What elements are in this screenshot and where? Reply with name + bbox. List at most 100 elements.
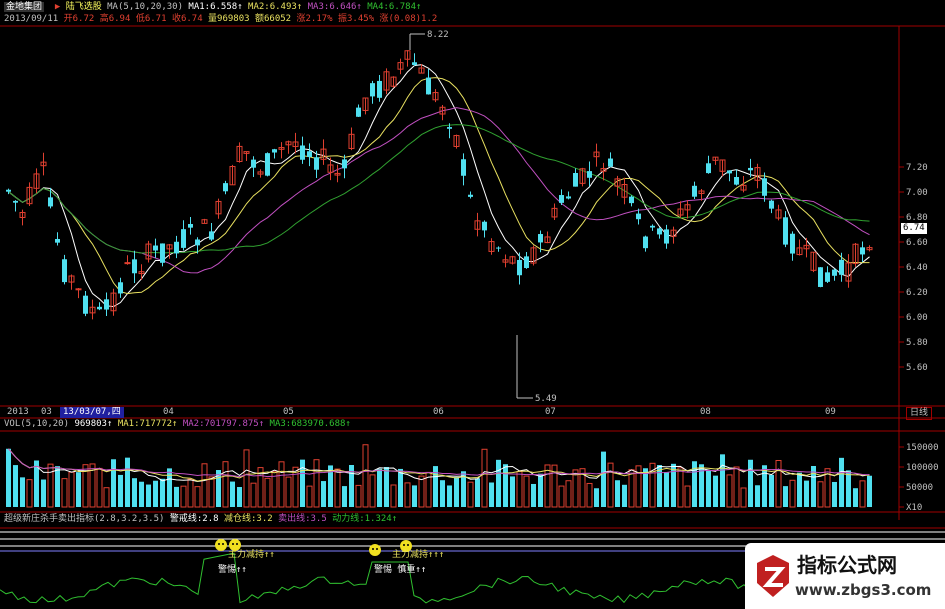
candle-body-down bbox=[769, 200, 774, 209]
candle-body-down bbox=[727, 170, 732, 174]
volume-bar-down bbox=[440, 480, 445, 507]
period-selector[interactable]: 日线 bbox=[906, 407, 933, 420]
price-tick-label: 6.60 bbox=[906, 238, 928, 248]
candle-body-down bbox=[643, 236, 648, 249]
ma10-line bbox=[8, 77, 870, 295]
volume-bar-up bbox=[726, 474, 733, 508]
volume-bar-up bbox=[271, 471, 278, 508]
volume-bar-down bbox=[55, 466, 60, 507]
candle-body-up bbox=[75, 288, 82, 291]
marker-reduce-2: 主力减持↑↑↑ bbox=[392, 550, 445, 560]
volume-bar-up bbox=[523, 475, 530, 508]
candle-body-down bbox=[55, 238, 60, 243]
candle-body-down bbox=[188, 224, 193, 228]
candle-body-down bbox=[377, 80, 382, 98]
volume-bar-up bbox=[278, 461, 285, 508]
vol-ma5-line bbox=[8, 448, 870, 482]
candle-body-down bbox=[818, 267, 823, 287]
candle-body-down bbox=[496, 247, 501, 249]
volume-bar-down bbox=[510, 476, 515, 507]
volume-bar-up bbox=[733, 466, 740, 508]
price-tick-label: 5.80 bbox=[906, 338, 928, 348]
candle-body-down bbox=[468, 194, 473, 197]
volume-bar-up bbox=[68, 471, 75, 508]
candle-body-down bbox=[860, 247, 865, 255]
candle-body-down bbox=[412, 62, 417, 65]
volume-axis: 150000 100000 50000 X10 bbox=[899, 443, 939, 513]
timeline-month-08: 08 bbox=[700, 407, 711, 417]
candle-body-down bbox=[300, 145, 305, 160]
indicator-title: 超级新庄杀手卖出指标(2.8,3.2,3.5) bbox=[4, 514, 165, 524]
volume-bar-up bbox=[194, 486, 201, 508]
timeline-cursor[interactable]: 13/03/07,四 bbox=[60, 407, 124, 418]
candle-body-down bbox=[748, 167, 753, 171]
vol-title: VOL(5,10,20) bbox=[4, 419, 70, 429]
volume-bar-down bbox=[622, 484, 627, 507]
candle-body-down bbox=[559, 195, 564, 203]
volume-bar-down bbox=[601, 451, 606, 507]
volume-bar-up bbox=[306, 485, 313, 508]
volume-bar-up bbox=[565, 480, 572, 508]
volume-bar-up bbox=[61, 478, 68, 508]
price-axis: 7.20 7.00 6.80 6.60 6.40 6.20 6.00 5.80 5.60 bbox=[899, 163, 928, 373]
volume-bar-up bbox=[859, 480, 866, 508]
candle-body-down bbox=[265, 153, 270, 176]
candle-body-down bbox=[734, 177, 739, 185]
price-tick-label: 6.00 bbox=[906, 313, 928, 323]
timeline-year: 2013 bbox=[7, 407, 29, 417]
candle-body-down bbox=[636, 213, 641, 220]
volume-bar-up bbox=[47, 463, 54, 508]
volume-bar-up bbox=[292, 466, 299, 508]
volume-bar-up bbox=[418, 475, 425, 508]
watermark: 指标公式网 www.zbgs3.com bbox=[745, 543, 945, 609]
volume-bar-down bbox=[412, 485, 417, 507]
candle-body-down bbox=[587, 171, 592, 178]
volume-bar-down bbox=[20, 477, 25, 507]
power-line-label: 动力线:1.324↑ bbox=[332, 514, 398, 524]
marker-warn-1: 警惕↑↑ bbox=[218, 565, 247, 575]
candle-body-down bbox=[97, 306, 102, 310]
price-tick-label: 6.80 bbox=[906, 213, 928, 223]
volume-ma-lines bbox=[8, 448, 870, 482]
volume-bar-down bbox=[454, 477, 459, 507]
volume-bar-up bbox=[628, 469, 635, 508]
candle-body-down bbox=[524, 256, 529, 268]
volume-bar-up bbox=[544, 464, 551, 508]
volume-bar-down bbox=[377, 468, 382, 507]
candle-body-down bbox=[538, 234, 543, 243]
volume-bar-up bbox=[264, 477, 271, 508]
candle-body-down bbox=[181, 229, 186, 248]
vol-ma1: MA1:717772↑ bbox=[117, 419, 178, 429]
candle-body-down bbox=[790, 233, 795, 254]
candle-body-down bbox=[160, 243, 165, 263]
volume-bar-down bbox=[41, 479, 46, 507]
candle-body-down bbox=[314, 157, 319, 170]
volume-bar-down bbox=[321, 481, 326, 507]
volume-bar-down bbox=[832, 481, 837, 507]
vol-ma2: MA2:701797.875↑ bbox=[182, 419, 265, 429]
volume-bar-up bbox=[684, 485, 691, 508]
volume-bar-down bbox=[342, 486, 347, 507]
volume-bar-down bbox=[111, 459, 116, 507]
volume-bar-up bbox=[285, 476, 292, 508]
volume-bar-up bbox=[355, 484, 362, 508]
volume-bar-up bbox=[187, 478, 194, 508]
volume-bar-up bbox=[516, 471, 523, 508]
volume-bar-down bbox=[671, 463, 676, 507]
candle-body-down bbox=[573, 173, 578, 187]
timeline-month-07: 07 bbox=[545, 407, 556, 417]
volume-bar-up bbox=[103, 487, 110, 508]
high-price-label: 8.22 bbox=[427, 30, 449, 40]
volume-bar-down bbox=[839, 457, 844, 507]
volume-bar-up bbox=[96, 467, 103, 508]
candle-body-down bbox=[13, 200, 18, 203]
volume-bar-up bbox=[404, 482, 411, 508]
volume-tick-label: X10 bbox=[906, 503, 922, 513]
volume-bar-down bbox=[160, 478, 165, 507]
candle-body-down bbox=[209, 231, 214, 240]
volume-bar-up bbox=[481, 448, 488, 508]
candle-body-down bbox=[832, 269, 837, 276]
volume-bar-up bbox=[789, 479, 796, 508]
price-tick-label: 6.20 bbox=[906, 288, 928, 298]
volume-bar-down bbox=[125, 457, 130, 507]
